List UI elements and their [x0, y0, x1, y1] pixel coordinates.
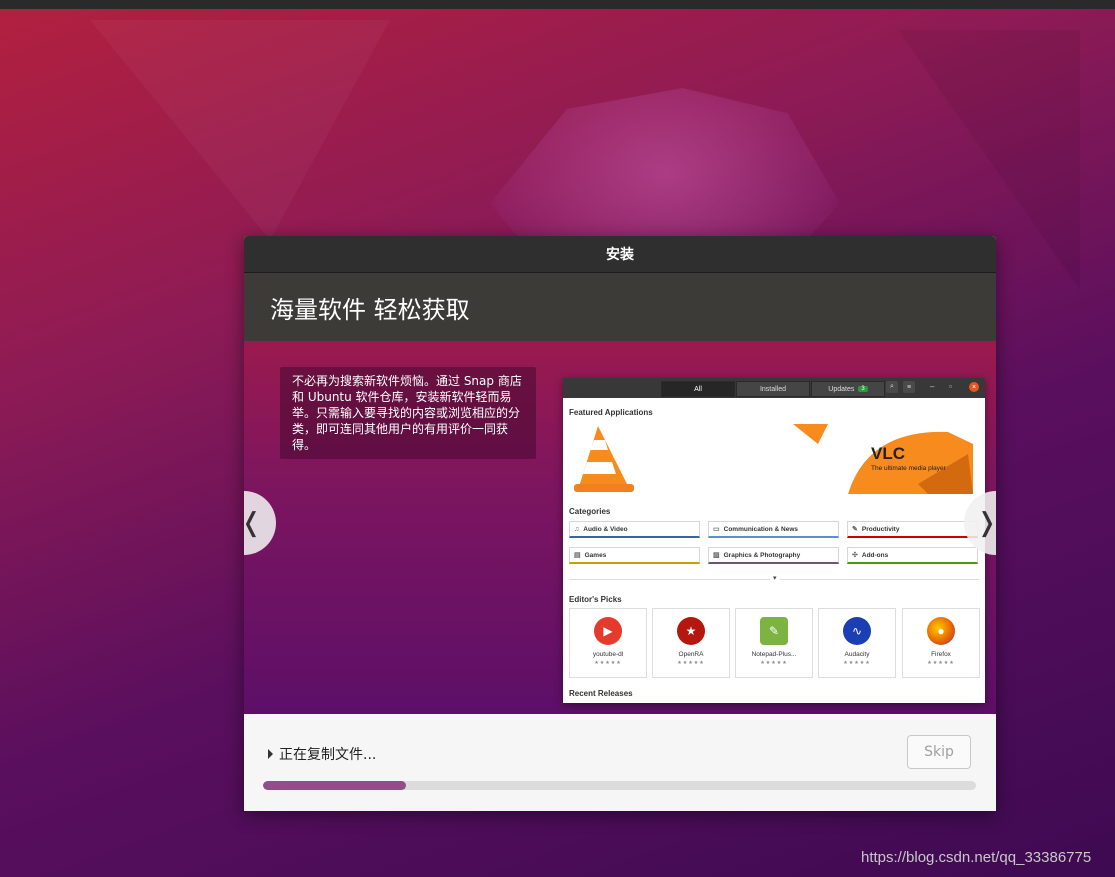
- rating-stars: ★★★★★: [843, 660, 871, 666]
- category-graphics: ▨ Graphics & Photography: [708, 547, 839, 564]
- category-games: ▤ Games: [569, 547, 700, 564]
- category-addons: ✣ Add-ons: [847, 547, 978, 564]
- window-title: 安装: [606, 247, 634, 263]
- category-audio-video: ♫ Audio & Video: [569, 521, 700, 538]
- doc-icon: ✎: [852, 526, 858, 533]
- updates-badge: 3: [858, 386, 868, 392]
- minimize-icon: –: [930, 382, 935, 391]
- store-tab-installed: Installed: [736, 381, 810, 397]
- close-icon: ×: [969, 382, 979, 392]
- skip-button[interactable]: Skip: [907, 735, 971, 769]
- featured-title: Featured Applications: [569, 408, 653, 417]
- rating-stars: ★★★★★: [927, 660, 955, 666]
- banner-subtitle: The ultimate media player: [871, 465, 946, 472]
- game-icon: ▤: [574, 552, 581, 559]
- menu-icon: ≡: [903, 381, 915, 393]
- addon-icon: ✣: [852, 552, 858, 559]
- notepad-plus-icon: ✎: [760, 617, 788, 645]
- pick-card: ▶ youtube-dl ★★★★★: [569, 608, 647, 678]
- status-expander[interactable]: 正在复制文件...: [268, 744, 376, 764]
- progress-bar: [263, 781, 976, 790]
- previous-slide-button[interactable]: ❬: [244, 491, 276, 555]
- store-tabs: All Installed Updates 3: [661, 381, 886, 397]
- recent-releases-title: Recent Releases: [569, 689, 633, 698]
- vlc-cone-icon: [574, 424, 973, 494]
- image-icon: ▨: [713, 552, 720, 559]
- pick-card: ★ OpenRA ★★★★★: [652, 608, 730, 678]
- install-footer: 正在复制文件... Skip: [244, 714, 996, 811]
- installer-window: 安装 海量软件 轻松获取 不必再为搜索新软件烦恼。通过 Snap 商店和 Ubu…: [244, 236, 996, 811]
- editors-picks-title: Editor's Picks: [569, 595, 622, 604]
- search-icon: ⌕: [886, 381, 898, 393]
- window-titlebar: 安装: [244, 236, 996, 273]
- slide-description: 不必再为搜索新软件烦恼。通过 Snap 商店和 Ubuntu 软件仓库，安装新软…: [280, 367, 536, 459]
- wallpaper-facet: [90, 20, 390, 240]
- store-headerbar: All Installed Updates 3 ⌕ ≡ – ▫ ×: [563, 378, 985, 398]
- expand-icon: ▾: [770, 574, 780, 582]
- categories-title: Categories: [569, 507, 611, 516]
- category-productivity: ✎ Productivity: [847, 521, 978, 538]
- chat-icon: ▭: [713, 526, 720, 533]
- chevron-right-icon: ❭: [976, 508, 996, 538]
- firefox-icon: ●: [927, 617, 955, 645]
- maximize-icon: ▫: [949, 382, 952, 391]
- category-communication: ▭ Communication & News: [708, 521, 839, 538]
- expander-arrow-icon: [268, 749, 273, 759]
- music-icon: ♫: [574, 525, 580, 533]
- banner-title: VLC: [871, 444, 905, 463]
- store-tab-all: All: [661, 381, 735, 397]
- youtube-dl-icon: ▶: [594, 617, 622, 645]
- store-tab-updates: Updates 3: [811, 381, 885, 397]
- openra-icon: ★: [677, 617, 705, 645]
- rating-stars: ★★★★★: [760, 660, 788, 666]
- rating-stars: ★★★★★: [677, 660, 705, 666]
- pick-card: ● Firefox ★★★★★: [902, 608, 980, 678]
- audacity-icon: ∿: [843, 617, 871, 645]
- software-store-screenshot: All Installed Updates 3 ⌕ ≡ – ▫ × Feature…: [563, 378, 985, 703]
- chevron-left-icon: ❬: [244, 508, 262, 538]
- pick-card: ✎ Notepad-Plus... ★★★★★: [735, 608, 813, 678]
- top-panel: [0, 0, 1115, 9]
- slide-header: 海量软件 轻松获取: [244, 273, 996, 341]
- pick-card: ∿ Audacity ★★★★★: [818, 608, 896, 678]
- status-label: 正在复制文件...: [279, 747, 377, 763]
- watermark-text: https://blog.csdn.net/qq_33386775: [861, 849, 1092, 866]
- progress-fill: [263, 781, 406, 790]
- rating-stars: ★★★★★: [594, 660, 622, 666]
- slideshow: 不必再为搜索新软件烦恼。通过 Snap 商店和 Ubuntu 软件仓库，安装新软…: [244, 341, 996, 715]
- slide-title: 海量软件 轻松获取: [270, 295, 470, 324]
- featured-banner: VLC The ultimate media player: [568, 424, 979, 494]
